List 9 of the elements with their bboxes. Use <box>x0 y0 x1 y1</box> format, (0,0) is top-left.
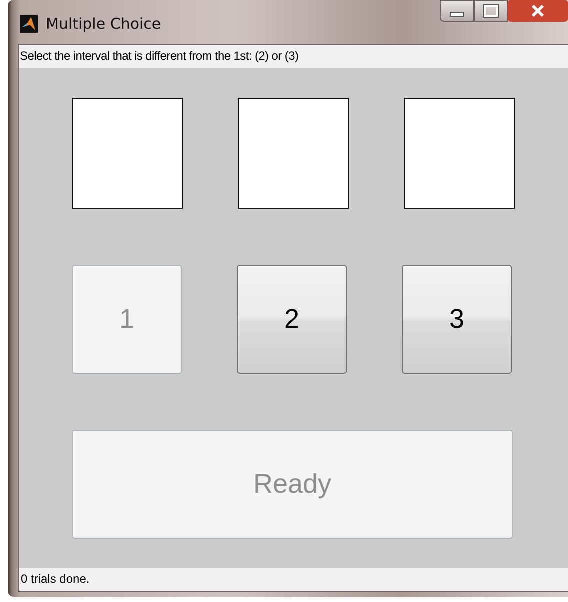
minimize-icon[interactable] <box>440 0 474 22</box>
response-button[interactable]: 3 <box>402 265 512 374</box>
close-icon[interactable] <box>508 0 568 22</box>
status-text: 0 trials done. <box>19 568 568 591</box>
maximize-icon[interactable] <box>474 0 508 22</box>
app-icon <box>20 15 38 33</box>
instruction-text: Select the interval that is different from the 1st: (2) or (3) <box>19 45 568 68</box>
window-title: Multiple Choice <box>46 15 162 33</box>
response-button[interactable]: 2 <box>237 265 347 374</box>
